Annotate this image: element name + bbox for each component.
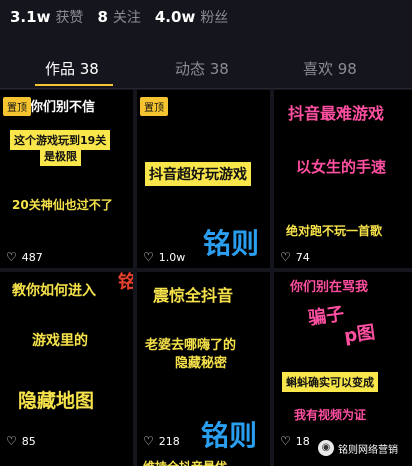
- stat-followers[interactable]: 4.0w 粉丝: [155, 7, 228, 27]
- video-5-line-3: 隐藏秘密: [175, 356, 228, 371]
- video-6-likes-count: 18: [295, 434, 310, 448]
- watermark: 铭则: [203, 227, 260, 260]
- tab-dynamics[interactable]: 动态 38: [175, 58, 229, 79]
- stat-following-value: 8: [97, 8, 108, 26]
- video-4-line-3: 隐藏地图: [18, 390, 95, 412]
- brand-name: 铭则网络营销: [338, 445, 398, 456]
- video-6-line-5: 我有视频为证: [294, 408, 367, 422]
- video-6-line-1: 你们别在骂我: [290, 280, 369, 295]
- video-thumbnail-6[interactable]: 你们别在骂我 骗子 p图 蝌蚪确实可以变成 我有视频为证 ♡ 18: [274, 272, 412, 466]
- pinned-badge: 置顶: [140, 97, 168, 116]
- video-thumbnail-5[interactable]: 震惊全抖音 老婆去哪嗨了的 隐藏秘密 铭则 ♡ 218 维持全抖音最优: [137, 272, 270, 466]
- video-4-likes: ♡ 85: [6, 434, 36, 448]
- video-1-line-1: 你们别不信: [30, 100, 96, 115]
- watermark: 铭则: [118, 272, 133, 293]
- video-2-likes-count: 1.0w: [158, 250, 186, 264]
- video-thumbnail-4[interactable]: 教你如何进入 铭则 游戏里的 隐藏地图 ♡ 85: [0, 272, 133, 466]
- tab-works[interactable]: 作品 38: [45, 58, 99, 79]
- heart-icon: ♡: [280, 250, 291, 264]
- video-3-likes: ♡ 74: [280, 250, 310, 264]
- brand-logo-icon: ◉: [318, 440, 334, 456]
- stat-followers-value: 4.0w: [154, 8, 196, 26]
- heart-icon: ♡: [143, 434, 154, 448]
- video-5-line-1: 震惊全抖音: [153, 286, 234, 305]
- heart-icon: ♡: [6, 250, 17, 264]
- video-5-line-4: 维持全抖音最优: [143, 458, 227, 466]
- heart-icon: ♡: [280, 434, 291, 448]
- video-thumbnail-3[interactable]: 抖音最难游戏 以女生的手速 绝对跑不玩一首歌 ♡ 74: [274, 90, 412, 268]
- video-thumbnail-2[interactable]: 置顶 抖音超好玩游戏 铭则 ♡ 1.0w: [137, 90, 270, 268]
- video-2-line-1: 抖音超好玩游戏: [145, 162, 251, 186]
- stat-following-label: 关注: [112, 10, 141, 26]
- profile-stats: 3.1w 获赞 8 关注 4.0w 粉丝: [10, 7, 242, 27]
- video-4-likes-count: 85: [21, 434, 36, 448]
- content-tabs: 作品 38 动态 38 喜欢 98: [0, 52, 412, 88]
- active-tab-indicator: [35, 84, 113, 86]
- video-3-line-3: 绝对跑不玩一首歌: [286, 224, 383, 238]
- stat-likes-label: 获赞: [55, 10, 84, 26]
- stat-following[interactable]: 8 关注: [97, 7, 140, 27]
- video-5-likes: ♡ 218: [143, 434, 180, 448]
- video-4-line-2: 游戏里的: [32, 333, 88, 349]
- stat-followers-label: 粉丝: [200, 10, 229, 26]
- pinned-badge: 置顶: [3, 97, 31, 116]
- video-6-likes: ♡ 18: [280, 434, 310, 448]
- watermark: 铭则: [201, 419, 258, 452]
- video-4-line-1: 教你如何进入: [12, 283, 96, 299]
- video-2-likes: ♡ 1.0w: [143, 250, 185, 264]
- video-1-line-3: 是极限: [40, 146, 81, 166]
- video-6-line-4: 蝌蚪确实可以变成: [282, 372, 378, 392]
- tab-likes[interactable]: 喜欢 98: [303, 58, 357, 79]
- video-3-likes-count: 74: [295, 250, 310, 264]
- video-1-likes-count: 487: [21, 250, 43, 264]
- video-6-line-2: 骗子: [306, 303, 346, 330]
- tabs-divider: [0, 88, 412, 89]
- stat-likes[interactable]: 3.1w 获赞: [10, 7, 83, 27]
- heart-icon: ♡: [6, 434, 17, 448]
- video-5-line-2: 老婆去哪嗨了的: [145, 338, 237, 353]
- stat-likes-value: 3.1w: [10, 8, 51, 26]
- video-6-line-3: p图: [342, 321, 377, 348]
- video-1-likes: ♡ 487: [6, 250, 43, 264]
- video-3-line-1: 抖音最难游戏: [288, 104, 385, 123]
- video-5-likes-count: 218: [158, 434, 180, 448]
- video-thumbnail-1[interactable]: 你们别不信 置顶 这个游戏玩到19关 是极限 20关神仙也过不了 ♡ 487: [0, 90, 133, 268]
- video-3-line-2: 以女生的手速: [296, 158, 387, 176]
- heart-icon: ♡: [143, 250, 154, 264]
- video-1-line-4: 20关神仙也过不了: [12, 198, 113, 212]
